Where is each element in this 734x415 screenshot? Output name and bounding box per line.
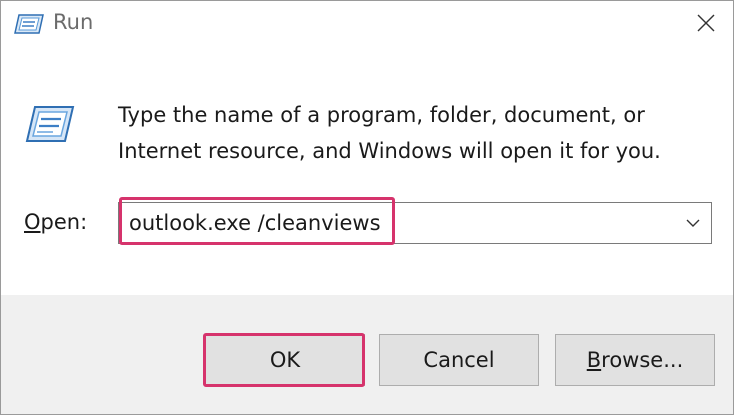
close-icon bbox=[697, 14, 715, 32]
browse-mnemonic: B bbox=[586, 348, 602, 372]
close-button[interactable] bbox=[685, 3, 727, 43]
open-combobox[interactable] bbox=[118, 202, 712, 244]
run-dialog-icon bbox=[14, 14, 44, 34]
open-input[interactable] bbox=[123, 205, 663, 241]
button-bar: OK Cancel Browse... bbox=[1, 295, 733, 414]
browse-button[interactable]: Browse... bbox=[555, 334, 715, 386]
open-label: Open: bbox=[24, 210, 87, 234]
dropdown-button[interactable] bbox=[681, 211, 705, 235]
dialog-description: Type the name of a program, folder, docu… bbox=[118, 103, 661, 163]
run-dialog: Run Type the name of a program, folder, … bbox=[0, 0, 734, 415]
open-label-text: pen: bbox=[40, 210, 88, 234]
title-bar: Run bbox=[1, 1, 733, 49]
ok-button[interactable]: OK bbox=[205, 334, 365, 386]
cancel-button[interactable]: Cancel bbox=[379, 334, 539, 386]
run-dialog-icon bbox=[25, 106, 75, 142]
dialog-body: Type the name of a program, folder, docu… bbox=[1, 49, 733, 295]
window-title: Run bbox=[53, 10, 94, 34]
browse-text: rowse... bbox=[601, 348, 684, 372]
open-label-mnemonic: O bbox=[24, 210, 41, 234]
chevron-down-icon bbox=[686, 219, 700, 227]
